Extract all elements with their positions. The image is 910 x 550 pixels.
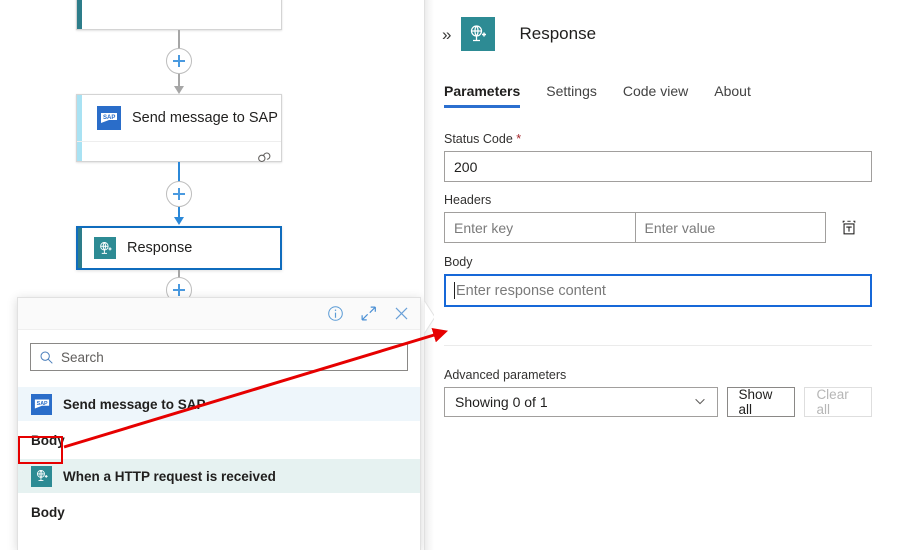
response-icon: [461, 17, 496, 51]
svg-text:SAP: SAP: [36, 401, 47, 407]
dynamic-content-group-sap[interactable]: SAP Send message to SAP: [18, 387, 420, 421]
response-icon: [94, 237, 116, 259]
search-icon: [31, 350, 61, 365]
headers-row: Enter key Enter value: [444, 212, 872, 243]
sap-icon: SAP: [31, 393, 52, 415]
tab-settings[interactable]: Settings: [546, 83, 597, 108]
headers-label: Headers: [444, 193, 492, 207]
workflow-node-response[interactable]: Response: [76, 226, 282, 270]
connector-arrowhead-2: [174, 217, 184, 225]
show-all-button[interactable]: Show all: [726, 387, 796, 417]
add-action-button-2[interactable]: [166, 181, 192, 207]
header-value-input[interactable]: Enter value: [634, 212, 826, 243]
status-code-input[interactable]: 200: [444, 151, 872, 182]
parameters-form: Status Code * 200 Headers Enter key Ente…: [434, 108, 910, 417]
collapse-panel-icon[interactable]: »: [440, 26, 461, 43]
header-key-placeholder: Enter key: [454, 219, 514, 236]
group-title: When a HTTP request is received: [63, 468, 276, 484]
node-header-row: SAP Send message to SAP: [77, 95, 281, 141]
node-header-row: Response: [78, 228, 280, 268]
search-input[interactable]: [61, 349, 407, 365]
advanced-parameters-section: Advanced parameters Showing 0 of 1 Show …: [444, 368, 872, 417]
section-divider: [444, 345, 872, 346]
page-title: Response: [519, 24, 597, 43]
advanced-parameters-dropdown[interactable]: Showing 0 of 1: [444, 387, 718, 417]
panel-header: » Response: [434, 0, 910, 56]
connector-arrowhead-1: [174, 86, 184, 94]
header-key-input[interactable]: Enter key: [444, 212, 635, 243]
node-accent-bar: [77, 0, 82, 29]
info-icon[interactable]: [327, 305, 344, 322]
tab-about[interactable]: About: [714, 83, 751, 108]
clear-all-button[interactable]: Clear all: [804, 387, 872, 417]
group-title: Send message to SAP: [63, 396, 206, 412]
tab-code-view[interactable]: Code view: [623, 83, 688, 108]
sap-icon: SAP: [97, 106, 121, 130]
dynamic-content-item-body-http[interactable]: Body: [18, 493, 420, 531]
node-accent-bar: [78, 228, 82, 268]
action-details-panel: » Response Parameters Settings Code view…: [434, 0, 910, 550]
required-asterisk: *: [512, 132, 522, 146]
body-placeholder: Enter response content: [456, 282, 606, 299]
text-caret: [454, 282, 455, 299]
workflow-node-title: Send message to SAP: [132, 110, 278, 126]
workflow-node-send-message-to-sap[interactable]: SAP Send message to SAP: [76, 94, 282, 162]
panel-resize-divider[interactable]: [424, 0, 434, 550]
workflow-node-title: Response: [127, 240, 193, 256]
panel-tabs: Parameters Settings Code view About: [434, 70, 910, 108]
status-code-label: Status Code *: [444, 132, 522, 146]
add-dynamic-content-icon[interactable]: [826, 219, 872, 237]
expand-icon[interactable]: [360, 305, 377, 322]
advanced-parameters-row: Showing 0 of 1 Show all Clear all: [444, 387, 872, 417]
link-chain-icon[interactable]: [257, 150, 271, 169]
item-label: Body: [31, 504, 65, 520]
add-action-button-1[interactable]: [166, 48, 192, 74]
svg-text:SAP: SAP: [103, 115, 115, 121]
dynamic-content-search[interactable]: [30, 343, 408, 371]
dynamic-content-header: [18, 298, 420, 330]
body-label: Body: [444, 255, 473, 269]
advanced-parameters-selected: Showing 0 of 1: [455, 394, 548, 410]
advanced-parameters-label: Advanced parameters: [444, 368, 567, 382]
status-code-value: 200: [454, 158, 478, 175]
dynamic-content-group-http[interactable]: When a HTTP request is received: [18, 459, 420, 493]
workflow-node-http-trigger[interactable]: is received: [76, 0, 282, 30]
close-icon[interactable]: [393, 305, 410, 322]
tab-parameters[interactable]: Parameters: [444, 83, 521, 108]
dynamic-content-item-body-sap[interactable]: Body: [18, 421, 420, 459]
header-value-placeholder: Enter value: [644, 219, 716, 236]
dynamic-content-panel[interactable]: SAP Send message to SAP Body When a HTTP…: [17, 297, 421, 550]
item-label: Body: [31, 432, 65, 448]
chevron-down-icon: [693, 394, 707, 411]
response-icon: [31, 465, 52, 487]
body-input[interactable]: Enter response content: [444, 274, 872, 307]
